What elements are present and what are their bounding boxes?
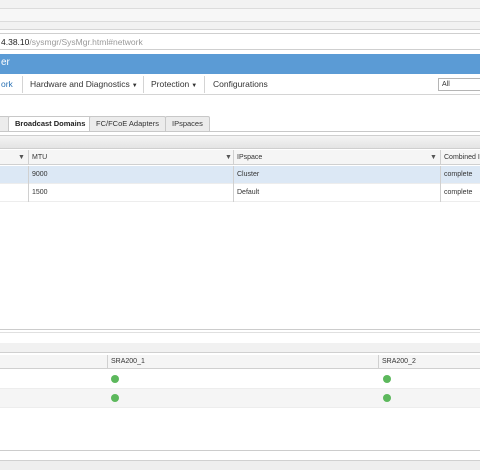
column-header-ipspace[interactable]: IPspace	[234, 150, 439, 165]
column-divider	[440, 166, 441, 202]
nav-item-label: Configurations	[213, 79, 268, 89]
tab-fc-fcoe-adapters[interactable]: FC/FCoE Adapters	[89, 116, 166, 131]
nav-item-label: ork	[1, 79, 13, 89]
cell-status: complete	[444, 171, 473, 178]
address-path: /sysmgr/SysMgr.html#network	[29, 37, 143, 47]
filter-icon[interactable]: ▼	[225, 150, 232, 165]
nav-item-configurations[interactable]: Configurations	[213, 74, 268, 95]
nav-divider	[22, 76, 23, 93]
address-url[interactable]: 4.38.10/sysmgr/SysMgr.html#network	[1, 37, 143, 47]
grid-toolbar	[0, 135, 480, 149]
column-header-combined-status[interactable]: Combined I	[441, 150, 480, 165]
column-header-label: MTU	[32, 154, 48, 161]
search-scope-select[interactable]: All	[438, 78, 480, 91]
filter-icon[interactable]: ▼	[18, 150, 25, 165]
status-bar	[0, 460, 480, 470]
filter-icon[interactable]: ▼	[430, 150, 437, 165]
browser-tab-strip	[0, 8, 480, 22]
cell-status: complete	[444, 189, 473, 196]
cell-ipspace: Default	[237, 189, 260, 196]
column-header-node-1[interactable]: SRA200_1	[108, 355, 378, 369]
status-up-icon	[111, 375, 119, 383]
cell-mtu: 9000	[32, 171, 48, 178]
panel-bottom-border	[0, 450, 480, 451]
column-header-node-2[interactable]: SRA200_2	[379, 355, 480, 369]
table-row[interactable]: 9000 Cluster complete	[0, 166, 480, 184]
status-up-icon	[383, 375, 391, 383]
column-header[interactable]	[0, 355, 107, 369]
tab-ipspaces[interactable]: IPspaces	[165, 116, 210, 131]
tab-strip-border	[0, 131, 480, 132]
table-row[interactable]	[0, 370, 480, 389]
nav-item-protection[interactable]: Protection ▼	[151, 74, 197, 95]
app-title: er	[1, 57, 10, 68]
panel-splitter[interactable]	[0, 332, 480, 333]
nav-item-label: Protection	[151, 79, 190, 89]
table-row[interactable]: 1500 Default complete	[0, 184, 480, 202]
nav-divider	[204, 76, 205, 93]
tab-broadcast-domains[interactable]: Broadcast Domains	[8, 116, 93, 132]
nav-divider	[143, 76, 144, 93]
status-up-icon	[383, 394, 391, 402]
table-row[interactable]	[0, 389, 480, 408]
cell-mtu: 1500	[32, 189, 48, 196]
address-host: 4.38.10	[1, 37, 30, 47]
nav-item-network[interactable]: ork	[1, 74, 13, 95]
app-header	[0, 54, 480, 74]
cell-ipspace: Cluster	[237, 171, 260, 178]
column-header-label: IPspace	[237, 154, 263, 161]
column-divider	[233, 166, 234, 202]
column-header-label: Combined I	[444, 154, 480, 161]
caret-down-icon: ▼	[191, 83, 198, 89]
status-up-icon	[111, 394, 119, 402]
column-divider	[28, 166, 29, 202]
column-header-mtu[interactable]: MTU	[29, 150, 232, 165]
nav-item-hardware[interactable]: Hardware and Diagnostics ▼	[30, 74, 138, 95]
grid-bottom-border	[0, 329, 480, 330]
nav-item-label: Hardware and Diagnostics	[30, 79, 130, 89]
details-panel-header	[0, 343, 480, 353]
caret-down-icon: ▼	[131, 83, 138, 89]
